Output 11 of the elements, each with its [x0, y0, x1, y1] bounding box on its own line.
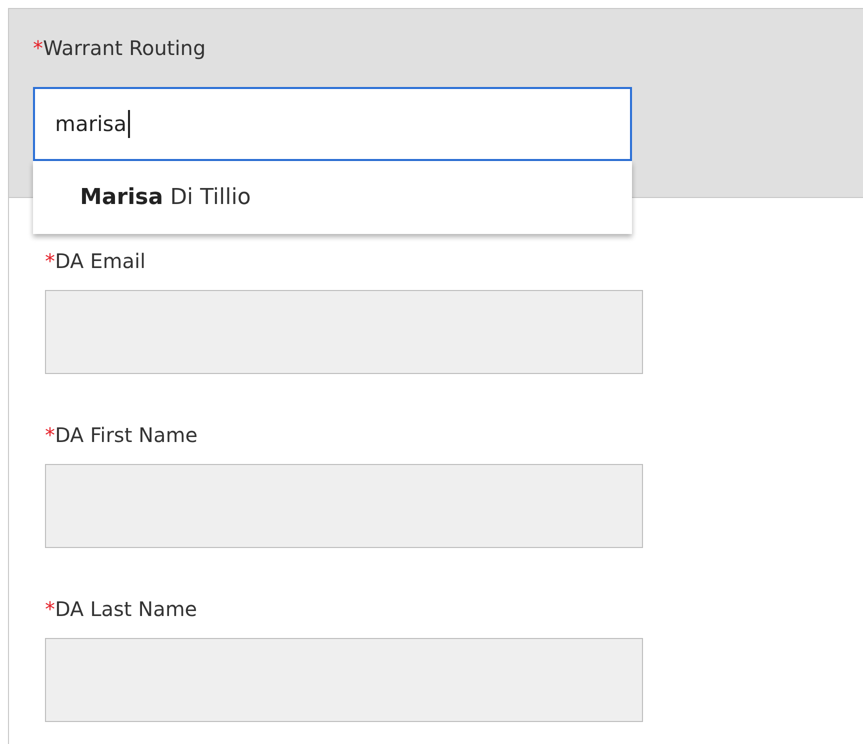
field-label: DA Email — [55, 249, 146, 273]
required-mark: * — [45, 597, 55, 621]
search-field[interactable]: marisa — [33, 87, 632, 161]
field-label: DA Last Name — [55, 597, 198, 621]
text-cursor-icon — [128, 110, 130, 138]
field-label: DA First Name — [55, 423, 198, 447]
field-label: Warrant Routing — [43, 36, 206, 60]
suggestion-item[interactable]: Marisa Di Tillio — [33, 161, 632, 234]
required-mark: * — [45, 423, 55, 447]
required-mark: * — [45, 249, 55, 273]
required-mark: * — [33, 36, 43, 60]
